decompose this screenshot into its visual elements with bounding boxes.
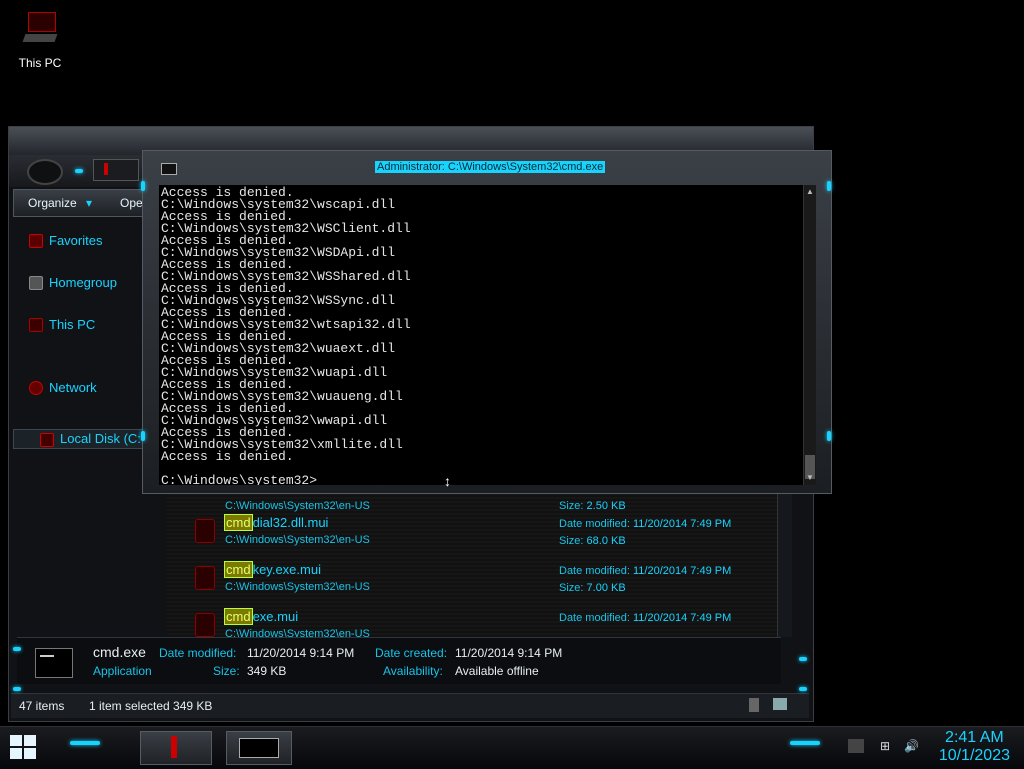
status-bar: 47 items 1 item selected 349 KB — [11, 693, 809, 718]
local-disk-icon — [40, 433, 54, 447]
details-file-type: Application — [93, 664, 152, 678]
nav-item-this-pc[interactable]: This PC — [29, 317, 95, 332]
status-item-count: 47 items — [19, 699, 65, 713]
system-clock[interactable]: 2:41 AM 10/1/2023 — [939, 729, 1010, 765]
file-path: C:\Windows\System32\en-US — [225, 581, 370, 593]
favorites-icon — [29, 233, 43, 248]
details-view-icon[interactable] — [749, 698, 759, 712]
scroll-up-icon[interactable]: ▲ — [806, 187, 814, 196]
frame-accent-icon — [827, 181, 831, 191]
open-button[interactable]: Ope — [120, 196, 143, 210]
file-size: Size: 2.50 KB — [559, 500, 626, 512]
console-text: Access is denied. C:\Windows\system32\ws… — [161, 185, 411, 485]
details-pane: cmd.exe Application Date modified: 11/20… — [17, 637, 781, 684]
frame-accent-icon — [141, 431, 145, 441]
nav-item-network[interactable]: Network — [29, 380, 97, 395]
windows-logo-icon — [10, 735, 22, 746]
action-center-icon[interactable] — [848, 739, 864, 753]
frame-accent-icon — [13, 687, 21, 691]
details-date-modified-label: Date modified: — [159, 646, 237, 660]
explorer-app-icon — [171, 736, 177, 758]
file-date: Date modified: 11/20/2014 7:49 PM — [559, 518, 732, 530]
status-selection: 1 item selected 349 KB — [89, 699, 213, 713]
details-file-name: cmd.exe — [93, 644, 146, 660]
taskbar-accent-icon — [70, 741, 100, 745]
console-output[interactable]: Access is denied. C:\Windows\system32\ws… — [159, 185, 811, 485]
file-icon — [195, 519, 215, 543]
this-pc-icon — [29, 317, 43, 332]
scroll-down-icon[interactable]: ▼ — [806, 473, 814, 482]
desktop-icon-this-pc[interactable]: This PC — [12, 10, 68, 70]
cmd-file-icon — [35, 648, 73, 678]
network-icon — [29, 380, 43, 395]
resize-cursor-icon: ↕ — [444, 473, 451, 489]
file-path: C:\Windows\System32\en-US — [225, 500, 370, 512]
details-size: 349 KB — [247, 664, 287, 678]
list-item[interactable]: cmd dial32.dll.mui C:\Windows\System32\en… — [167, 514, 777, 561]
this-pc-label: This PC — [18, 56, 62, 70]
file-path: C:\Windows\System32\en-US — [225, 534, 370, 546]
large-icons-view-icon[interactable] — [773, 698, 787, 710]
taskbar-accent-icon — [790, 741, 820, 745]
file-list-scrollbar[interactable] — [777, 487, 792, 637]
frame-accent-icon — [141, 181, 145, 191]
volume-icon[interactable]: 🔊 — [904, 739, 920, 753]
nav-item-local-disk[interactable]: Local Disk (C: — [13, 429, 151, 449]
network-tray-icon[interactable]: ⊞ — [880, 739, 896, 753]
file-date: Date modified: 11/20/2014 7:49 PM — [559, 612, 732, 624]
file-size: Size: 68.0 KB — [559, 535, 626, 547]
nav-indicator-icon — [75, 169, 83, 173]
cmd-system-icon[interactable] — [161, 163, 177, 175]
details-date-created-label: Date created: — [375, 646, 448, 660]
cmd-app-icon — [239, 738, 279, 758]
clock-time: 2:41 AM — [945, 729, 1004, 746]
taskbar: ⊞ 🔊 2:41 AM 10/1/2023 — [0, 726, 1024, 769]
taskbar-explorer-button[interactable] — [140, 731, 212, 765]
list-item[interactable]: cmd exe.mui C:\Windows\System32\en-US Dat… — [167, 608, 777, 637]
file-list: C:\Windows\System32\en-US Size: 2.50 KB … — [167, 487, 777, 637]
start-button[interactable] — [10, 735, 38, 761]
details-availability-label: Availability: — [383, 664, 443, 678]
details-size-label: Size: — [213, 664, 240, 678]
file-name: cmd key.exe.mui — [224, 561, 321, 578]
organize-dropdown-icon[interactable]: ▾ — [86, 196, 92, 210]
file-size: Size: 7.00 KB — [559, 582, 626, 594]
file-date: Date modified: 11/20/2014 7:49 PM — [559, 565, 732, 577]
nav-label-homegroup: Homegroup — [49, 275, 117, 290]
navigation-pane: Favorites Homegroup This PC Local Disk (… — [11, 219, 151, 639]
list-item[interactable]: cmd key.exe.mui C:\Windows\System32\en-US… — [167, 561, 777, 608]
console-scrollbar[interactable]: ▲ ▼ — [803, 185, 816, 485]
homegroup-icon — [29, 275, 43, 290]
details-date-modified: 11/20/2014 9:14 PM — [247, 646, 355, 660]
file-name: cmd exe.mui — [224, 608, 299, 625]
frame-accent-icon — [799, 687, 807, 691]
file-icon — [195, 566, 215, 590]
organize-button[interactable]: Organize — [28, 196, 77, 210]
forward-button[interactable] — [93, 159, 139, 181]
details-date-created: 11/20/2014 9:14 PM — [455, 646, 563, 660]
cmd-window[interactable]: Administrator: C:\Windows\System32\cmd.e… — [141, 150, 832, 494]
details-availability: Available offline — [455, 664, 539, 678]
nav-label-this-pc: This PC — [49, 317, 96, 332]
nav-label-favorites: Favorites — [49, 233, 103, 248]
taskbar-cmd-button[interactable] — [226, 731, 292, 765]
cmd-window-title: Administrator: C:\Windows\System32\cmd.e… — [375, 161, 606, 173]
frame-accent-icon — [827, 431, 831, 441]
file-path: C:\Windows\System32\en-US — [225, 628, 370, 637]
file-name: cmd dial32.dll.mui — [224, 514, 329, 531]
nav-label-local-disk: Local Disk (C: — [60, 431, 141, 446]
file-icon — [195, 613, 215, 637]
nav-item-favorites[interactable]: Favorites — [29, 233, 102, 248]
nav-label-network: Network — [49, 380, 97, 395]
frame-accent-icon — [13, 647, 21, 651]
this-pc-icon — [22, 10, 58, 50]
command-toolbar: Organize ▾ Ope — [13, 189, 155, 217]
nav-item-homegroup[interactable]: Homegroup — [29, 275, 117, 290]
clock-date: 10/1/2023 — [938, 747, 1010, 764]
frame-accent-icon — [799, 657, 807, 661]
back-button[interactable] — [27, 159, 63, 185]
